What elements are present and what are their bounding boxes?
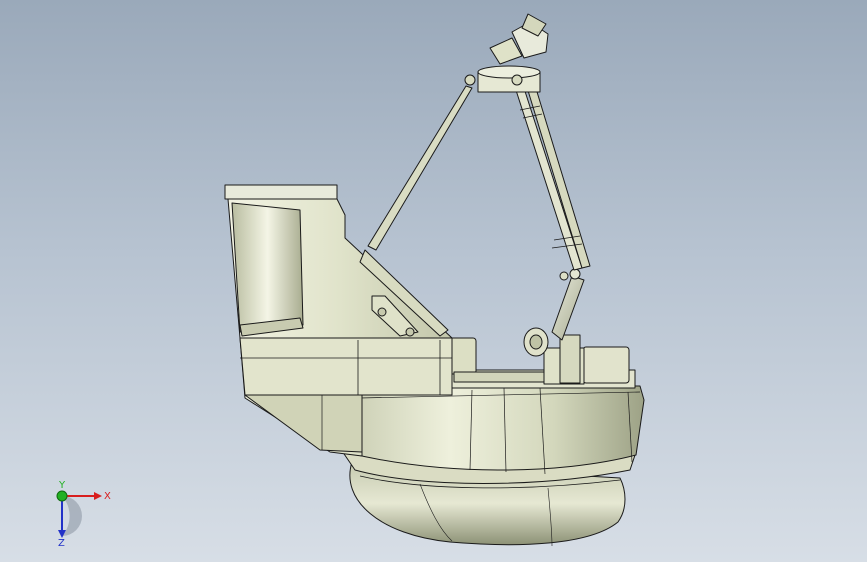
y-axis-dot bbox=[56, 490, 68, 502]
cabin-band bbox=[239, 337, 453, 396]
tower-cap bbox=[224, 184, 338, 200]
crane-upper-boom-b bbox=[525, 81, 591, 269]
support-stay bbox=[367, 85, 473, 251]
y-axis-label: Y bbox=[58, 480, 66, 491]
z-axis-label: Z bbox=[58, 538, 65, 548]
tower-recess bbox=[231, 202, 304, 333]
x-axis-label: X bbox=[104, 491, 111, 502]
boat-crane-model[interactable] bbox=[0, 0, 867, 562]
3d-viewport[interactable]: X Y Z bbox=[0, 0, 867, 562]
x-axis-arrow bbox=[94, 492, 102, 500]
deck-box bbox=[582, 346, 630, 384]
coordinate-triad: X Y Z bbox=[56, 480, 111, 548]
tower-skirt bbox=[244, 394, 363, 453]
crane-upper-boom-a bbox=[513, 81, 583, 271]
hull-body bbox=[344, 385, 645, 471]
crane-lower-arm bbox=[551, 275, 585, 341]
